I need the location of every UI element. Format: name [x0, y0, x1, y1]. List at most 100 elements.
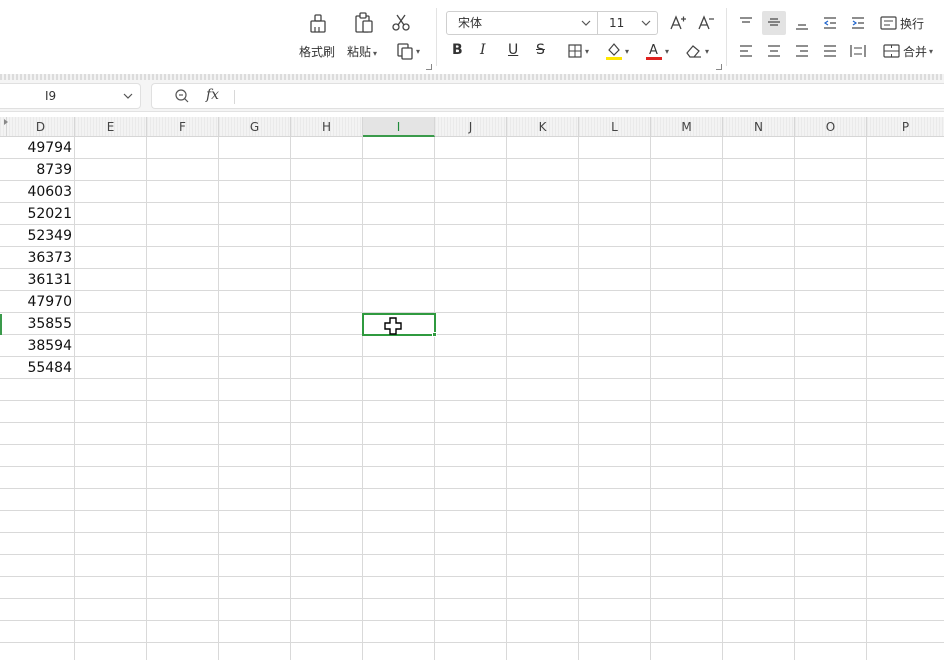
gridline — [290, 137, 291, 660]
clear-format-button[interactable]: ▾ — [682, 41, 712, 61]
align-right-icon — [796, 45, 808, 57]
gridline — [362, 137, 363, 660]
distributed-align-button[interactable] — [848, 40, 868, 62]
borders-button[interactable]: ▾ — [563, 41, 593, 61]
italic-button[interactable]: I — [480, 42, 486, 58]
format-painter-icon — [310, 14, 326, 33]
align-bottom-button[interactable] — [792, 12, 812, 34]
align-middle-icon — [768, 18, 780, 26]
formula-input-area[interactable]: fx — [151, 83, 944, 109]
cell-d3[interactable]: 40603 — [7, 181, 75, 203]
paste-icon — [355, 12, 373, 33]
gridline — [218, 137, 219, 660]
cut-button[interactable] — [390, 10, 412, 34]
fill-bucket-icon — [605, 43, 622, 60]
formula-bar: I9 fx — [0, 80, 944, 112]
distributed-align-icon — [850, 45, 866, 57]
chevron-down-icon[interactable] — [122, 90, 134, 102]
wrap-text-button[interactable]: 换行 — [878, 12, 926, 34]
align-middle-button[interactable] — [762, 11, 786, 35]
chevron-down-icon: ▾ — [664, 46, 669, 56]
zoom-icon[interactable] — [174, 88, 190, 104]
eraser-icon — [686, 45, 701, 58]
align-center-button[interactable] — [764, 40, 784, 62]
chevron-down-icon — [641, 20, 651, 26]
column-header-m[interactable]: M — [651, 117, 723, 137]
justify-button[interactable] — [820, 40, 840, 62]
column-header-e[interactable]: E — [75, 117, 147, 137]
column-header-d[interactable]: D — [7, 117, 75, 137]
cell-grid[interactable] — [0, 137, 944, 660]
align-top-icon — [740, 17, 752, 23]
increase-indent-button[interactable] — [848, 12, 868, 34]
cell-d6[interactable]: 36373 — [7, 247, 75, 269]
increase-font-size-button[interactable] — [668, 12, 688, 34]
bold-button[interactable]: B — [452, 42, 463, 58]
align-left-icon — [740, 45, 752, 57]
indent-icon — [852, 17, 864, 29]
merge-cells-button[interactable]: 合并 ▾ — [878, 40, 938, 62]
cell-d11[interactable]: 55484 — [7, 357, 75, 379]
cell-d9[interactable]: 35855 — [7, 313, 75, 335]
fx-button[interactable]: fx — [206, 87, 219, 103]
fill-handle[interactable] — [432, 332, 437, 337]
divider — [436, 8, 437, 66]
cell-d10[interactable]: 38594 — [7, 335, 75, 357]
cell-d5[interactable]: 52349 — [7, 225, 75, 247]
chevron-down-icon: ▾ — [415, 46, 420, 56]
clipboard-dialog-launcher[interactable] — [426, 64, 432, 70]
column-header-h[interactable]: H — [291, 117, 363, 137]
copy-button[interactable]: ▾ — [392, 41, 424, 61]
divider — [726, 8, 727, 66]
divider — [234, 90, 235, 104]
column-header-o[interactable]: O — [795, 117, 867, 137]
column-header-k[interactable]: K — [507, 117, 579, 137]
font-dialog-launcher[interactable] — [716, 64, 722, 70]
font-color-icon: A — [645, 43, 662, 60]
fill-color-button[interactable]: ▾ — [602, 40, 632, 62]
chevron-down-icon: ▾ — [584, 46, 589, 56]
gridline — [578, 137, 579, 660]
align-right-button[interactable] — [792, 40, 812, 62]
gridline — [794, 137, 795, 660]
merge-cells-icon — [883, 44, 900, 58]
column-header-p[interactable]: P — [867, 117, 944, 137]
scissors-icon — [392, 14, 410, 31]
font-size-value: 11 — [609, 16, 625, 30]
cell-d4[interactable]: 52021 — [7, 203, 75, 225]
underline-button[interactable]: U — [508, 42, 518, 58]
align-bottom-icon — [796, 24, 808, 30]
align-top-button[interactable] — [736, 12, 756, 34]
gridline — [146, 137, 147, 660]
cell-select-cursor-icon — [384, 317, 402, 335]
decrease-font-size-button[interactable] — [696, 12, 716, 34]
column-header-n[interactable]: N — [723, 117, 795, 137]
wrap-text-label: 换行 — [899, 16, 924, 31]
cell-d7[interactable]: 36131 — [7, 269, 75, 291]
ribbon-toolbar: 格式刷 粘贴 ▾ ▾ 宋体 11 B I U S ▾ ▾ A ▾ ▾ 换行 合并… — [0, 0, 944, 76]
cell-d2[interactable]: 8739 — [7, 159, 75, 181]
justify-icon — [824, 45, 836, 57]
paste-label[interactable]: 粘贴 ▾ — [347, 43, 377, 60]
column-header-j[interactable]: J — [435, 117, 507, 137]
column-header-f[interactable]: F — [147, 117, 219, 137]
column-header-i[interactable]: I — [363, 117, 435, 137]
column-header-l[interactable]: L — [579, 117, 651, 137]
decrease-indent-button[interactable] — [820, 12, 840, 34]
font-size-select[interactable]: 11 — [597, 11, 658, 35]
cell-d8[interactable]: 47970 — [7, 291, 75, 313]
paste-button[interactable] — [346, 10, 382, 36]
column-header-g[interactable]: G — [219, 117, 291, 137]
align-center-icon — [768, 45, 780, 57]
gridline — [650, 137, 651, 660]
font-color-button[interactable]: A ▾ — [642, 40, 672, 62]
chevron-down-icon — [581, 20, 591, 26]
gridline — [722, 137, 723, 660]
strikethrough-button[interactable]: S — [536, 42, 545, 58]
font-decrease-icon — [698, 15, 714, 30]
cell-reference: I9 — [45, 89, 57, 103]
name-box[interactable]: I9 — [0, 83, 141, 109]
align-left-button[interactable] — [736, 40, 756, 62]
cell-d1[interactable]: 49794 — [7, 137, 75, 159]
font-name-select[interactable]: 宋体 — [446, 11, 598, 35]
